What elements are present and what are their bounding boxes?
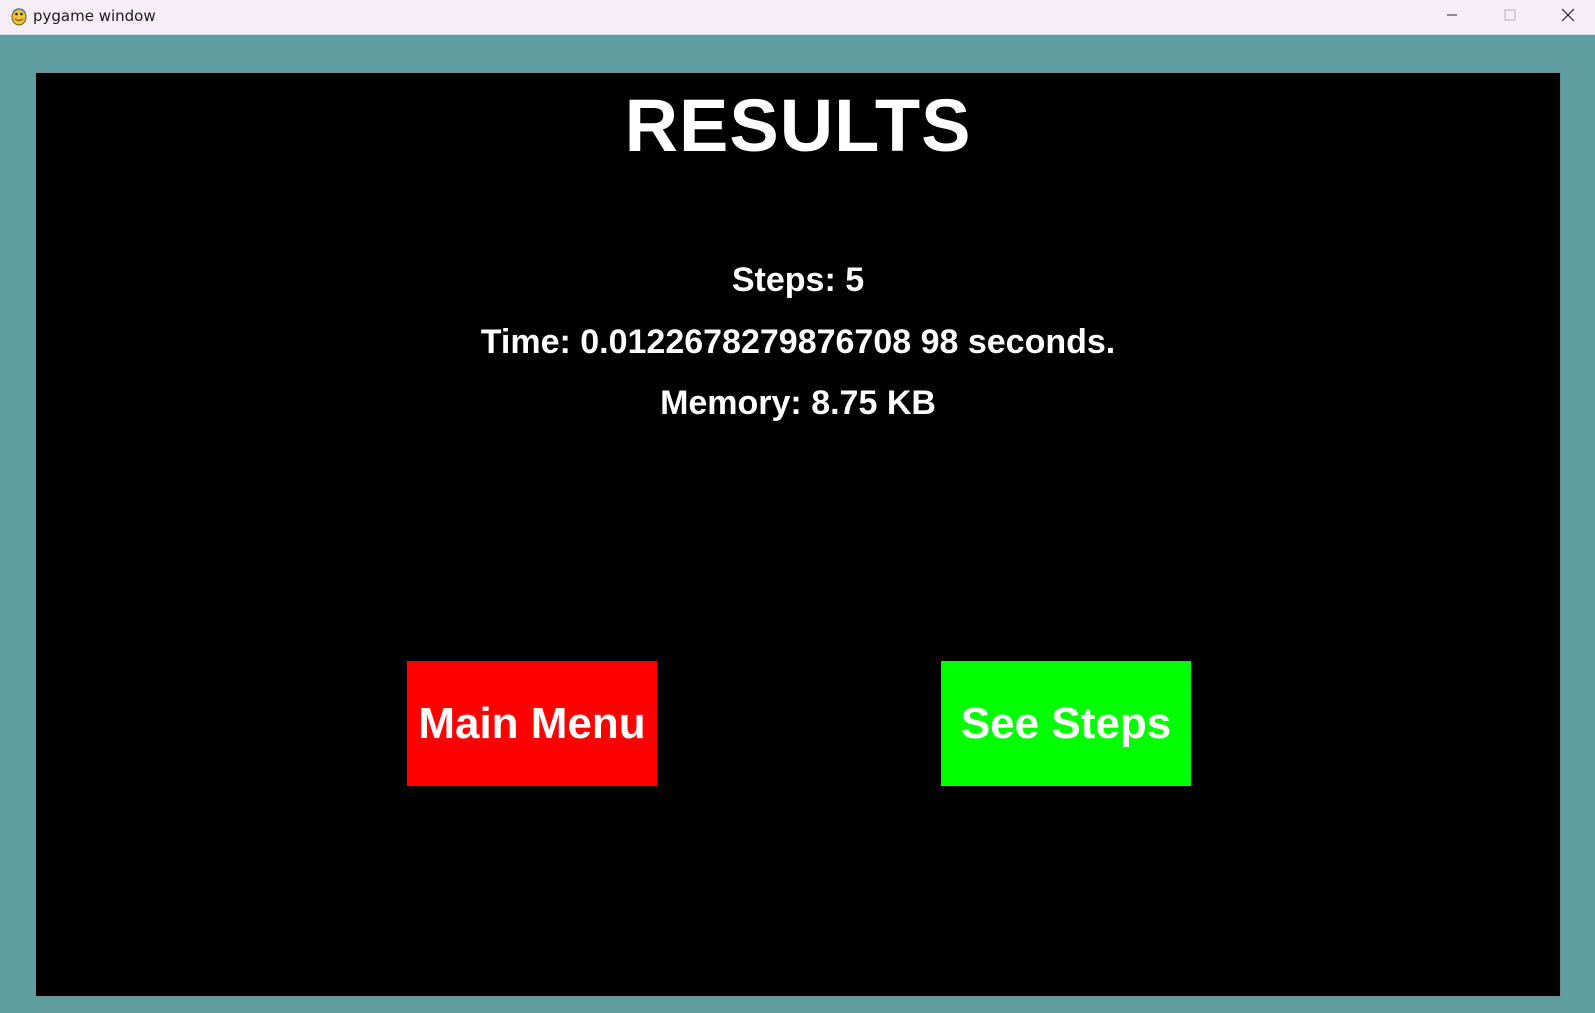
pygame-window: pygame window RESULTS Steps: 5 Time: 0.0… bbox=[0, 0, 1595, 1013]
see-steps-button[interactable]: See Steps bbox=[941, 661, 1191, 786]
steps-stat: Steps: 5 bbox=[731, 261, 865, 299]
game-surface: RESULTS Steps: 5 Time: 0.012267827987670… bbox=[35, 72, 1561, 997]
minimize-icon bbox=[1446, 8, 1458, 26]
pygame-snake-icon bbox=[9, 6, 29, 26]
title-bar: pygame window bbox=[0, 0, 1595, 35]
minimize-button[interactable] bbox=[1423, 0, 1481, 34]
close-icon bbox=[1561, 8, 1575, 27]
time-stat: Time: 0.0122678279876708 98 seconds. bbox=[480, 323, 1116, 361]
maximize-icon bbox=[1504, 8, 1516, 26]
results-title: RESULTS bbox=[624, 84, 972, 167]
memory-stat: Memory: 8.75 KB bbox=[660, 384, 936, 422]
maximize-button[interactable] bbox=[1481, 0, 1539, 34]
main-menu-button[interactable]: Main Menu bbox=[407, 661, 657, 786]
window-title: pygame window bbox=[33, 7, 156, 25]
close-button[interactable] bbox=[1539, 0, 1595, 34]
